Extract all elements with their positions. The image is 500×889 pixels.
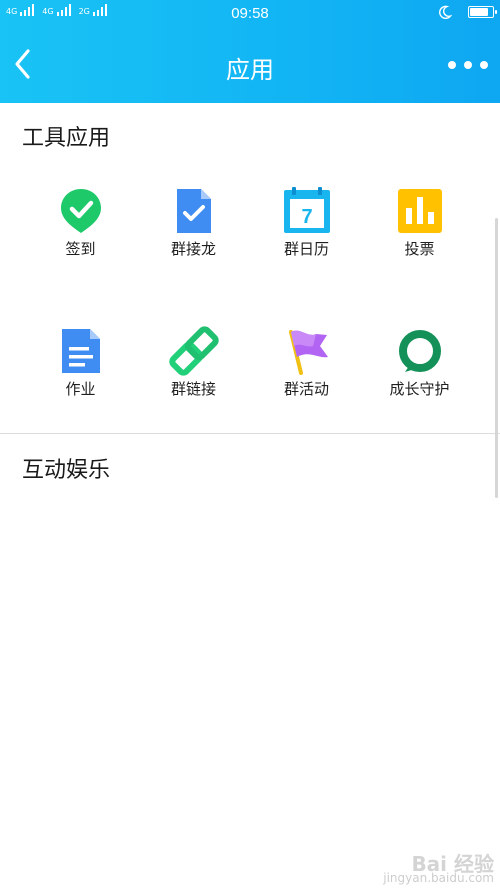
app-label: 投票 bbox=[404, 240, 435, 258]
battery-icon bbox=[468, 6, 497, 18]
vote-chart-icon bbox=[397, 189, 442, 233]
section-divider bbox=[0, 433, 500, 434]
activity-flag-icon bbox=[288, 330, 328, 375]
app-group-link[interactable]: 群链接 bbox=[137, 326, 250, 406]
checkin-pin-icon bbox=[60, 189, 101, 233]
app-label: 签到 bbox=[65, 240, 96, 258]
status-time: 09:58 bbox=[231, 5, 269, 22]
app-label: 成长守护 bbox=[389, 380, 450, 398]
watermark: Bai 经验 jingyan.baidu.com bbox=[383, 852, 494, 885]
status-bar: 4G 4G 2G 09:58 bbox=[0, 0, 500, 26]
calendar-day: 7 bbox=[301, 206, 312, 228]
app-checkin[interactable]: 签到 bbox=[24, 186, 137, 266]
dot-icon bbox=[448, 61, 456, 69]
link-icon bbox=[168, 326, 219, 376]
app-vote[interactable]: 投票 bbox=[363, 186, 476, 266]
section-title-tools: 工具应用 bbox=[22, 126, 111, 151]
section-title-entertainment: 互动娱乐 bbox=[22, 458, 111, 483]
homework-doc-icon bbox=[61, 329, 100, 373]
app-homework[interactable]: 作业 bbox=[24, 326, 137, 406]
moon-icon bbox=[439, 5, 452, 19]
app-label: 群活动 bbox=[283, 380, 329, 398]
tools-app-grid: 签到 群接龙 7 群日历 投票 作业 群链接 群活动 成长守护 bbox=[24, 186, 476, 406]
dot-icon bbox=[480, 61, 488, 69]
app-label: 群链接 bbox=[170, 380, 216, 398]
page-title: 应用 bbox=[226, 56, 274, 84]
solitaire-doc-icon bbox=[176, 189, 211, 233]
calendar-icon: 7 bbox=[283, 187, 330, 233]
dot-icon bbox=[464, 61, 472, 69]
app-label: 群日历 bbox=[283, 240, 329, 258]
scrollbar[interactable] bbox=[495, 218, 498, 498]
app-solitaire[interactable]: 群接龙 bbox=[137, 186, 250, 266]
app-label: 作业 bbox=[65, 380, 96, 398]
top-bar: 4G 4G 2G 09:58 应用 bbox=[0, 0, 500, 103]
app-growth-guard[interactable]: 成长守护 bbox=[363, 326, 476, 406]
app-label: 群接龙 bbox=[170, 240, 216, 258]
app-group-activity[interactable]: 群活动 bbox=[250, 326, 363, 406]
app-calendar[interactable]: 7 群日历 bbox=[250, 186, 363, 266]
growth-ring-icon bbox=[398, 330, 441, 372]
more-options-button[interactable] bbox=[448, 52, 488, 78]
